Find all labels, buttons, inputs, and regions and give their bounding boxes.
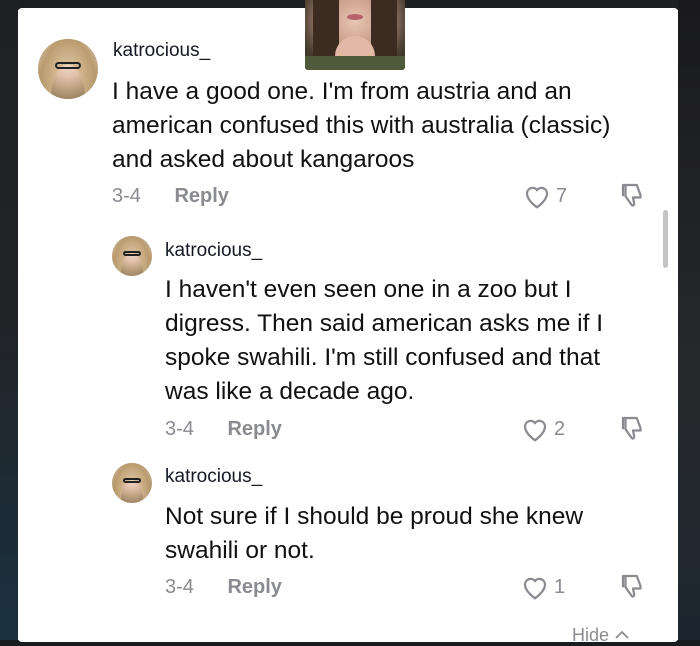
thumbs-down-icon (621, 183, 642, 207)
window-left-edge (0, 0, 18, 646)
avatar[interactable] (38, 39, 98, 99)
dislike-button[interactable] (618, 571, 648, 606)
window-right-edge (678, 0, 700, 646)
comment-username[interactable]: katrocious_ (165, 466, 262, 488)
comment-date: 3-4 (165, 576, 194, 598)
scrollbar-thumb[interactable] (663, 210, 668, 268)
like-count: 7 (556, 184, 568, 207)
avatar-glasses (123, 478, 141, 483)
heart-outline-icon (523, 577, 547, 600)
comment-meta: 3-4 Reply (165, 576, 282, 599)
reply-button[interactable]: Reply (227, 576, 281, 598)
like-count: 1 (554, 575, 566, 598)
video-thumbnail[interactable] (305, 0, 405, 70)
like-button[interactable]: 2 (520, 415, 565, 443)
thumbs-down-icon (621, 574, 642, 598)
avatar-glasses (123, 251, 141, 256)
dislike-button[interactable] (618, 413, 648, 448)
hide-replies-button[interactable]: Hide (572, 625, 630, 646)
heart-outline-icon (525, 186, 549, 209)
reply-button[interactable]: Reply (227, 418, 281, 440)
comment-text: I haven't even seen one in a zoo but I d… (165, 276, 604, 405)
chevron-up-icon (615, 630, 629, 639)
thumbnail-lips (347, 14, 363, 20)
thumbs-down-icon (621, 416, 642, 440)
comment-text: Not sure if I should be proud she knew s… (165, 503, 584, 564)
like-button[interactable]: 1 (520, 573, 565, 601)
avatar[interactable] (112, 236, 152, 276)
hide-label: Hide (572, 625, 610, 645)
dislike-button[interactable] (618, 180, 648, 215)
comment-text: I have a good one. I'm from austria and … (112, 78, 611, 173)
avatar-glasses (54, 61, 82, 69)
comment-username[interactable]: katrocious_ (165, 240, 262, 262)
heart-outline-icon (523, 419, 547, 442)
comment-username[interactable]: katrocious_ (113, 40, 210, 62)
comment-date: 3-4 (165, 418, 194, 440)
comment-meta: 3-4 Reply (165, 418, 282, 441)
comment-meta: 3-4 Reply (112, 185, 229, 208)
reply-button[interactable]: Reply (174, 185, 228, 207)
like-button[interactable]: 7 (522, 182, 567, 210)
comment-date: 3-4 (112, 185, 141, 207)
thumbnail-shirt (305, 56, 405, 70)
avatar[interactable] (112, 463, 152, 503)
like-count: 2 (554, 417, 566, 440)
